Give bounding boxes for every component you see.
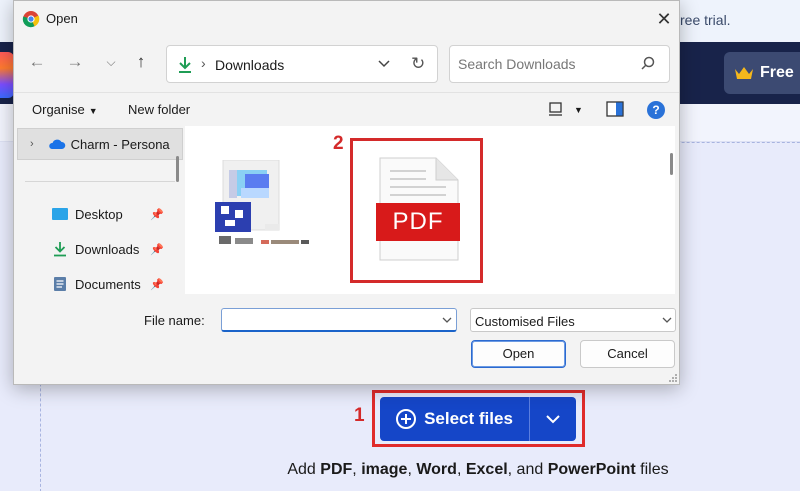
add-files-word: Word [416,461,457,478]
pin-icon[interactable]: 📌 [150,278,164,291]
navigation-row: ← → ⌵ ↑ › Downloads ↻ [14,41,679,85]
forward-icon[interactable]: → [64,51,86,73]
step-1-label: 1 [354,405,365,426]
chevron-down-icon[interactable] [441,314,453,326]
file-type-select[interactable]: Customised Files [470,308,676,332]
step-2-label: 2 [333,133,344,154]
address-path[interactable]: Downloads [215,57,284,73]
add-files-sep1: , [352,461,357,478]
organise-menu[interactable]: Organise ▼ [32,102,98,117]
file-name-label: File name: [144,313,205,328]
select-files-button[interactable]: Select files [380,397,576,441]
up-icon[interactable]: ↑ [130,51,152,73]
breadcrumb-separator-icon: › [201,55,206,71]
address-dropdown-icon[interactable] [377,56,391,70]
select-files-label: Select files [424,409,513,428]
chevron-down-icon[interactable] [661,314,673,326]
plus-circle-icon [396,409,417,429]
search-input[interactable] [458,56,628,72]
view-dropdown-icon[interactable]: ▼ [574,105,583,115]
back-icon[interactable]: ← [26,51,48,73]
file-name-input[interactable] [226,312,426,327]
sidebar-item-label: Charm - Persona [70,136,170,152]
add-files-sep2: , [407,461,412,478]
caret-down-icon: ▼ [88,106,98,116]
free-trial-button[interactable]: Free [724,52,800,94]
preview-pane-icon[interactable] [606,101,624,117]
chrome-icon [22,11,40,28]
highlight-box-pdf [350,138,483,283]
cloud-icon [48,139,65,149]
open-button[interactable]: Open [471,340,566,368]
refresh-icon[interactable]: ↻ [411,54,425,74]
sidebar-item-downloads[interactable]: Downloads 📌 [17,233,183,265]
chevron-down-icon [546,415,560,424]
sidebar-item-documents[interactable]: Documents 📌 [17,268,183,294]
desktop-icon [52,208,68,220]
help-icon[interactable]: ? [647,101,665,119]
dialog-title: Open [46,11,78,26]
sidebar-item-label: Desktop [75,206,123,222]
close-icon[interactable]: ✕ [654,9,674,30]
select-files-dropdown[interactable] [530,397,576,441]
sidebar-item-onedrive[interactable]: › Charm - Persona [17,128,183,160]
command-bar: Organise ▼ New folder ▼ ? [14,92,679,126]
download-folder-icon [179,57,191,73]
view-options-icon[interactable] [548,101,564,117]
sidebar-item-label: Documents [75,276,141,292]
open-file-dialog: Open ✕ ← → ⌵ ↑ › Downloads ↻ Search Down… [13,0,680,385]
address-bar[interactable]: › Downloads ↻ [166,45,438,83]
supported-files-text: Add PDF, image, Word, Excel, and PowerPo… [0,461,800,479]
file-item-image[interactable] [201,160,311,252]
select-files-main[interactable]: Select files [380,397,530,441]
site-logo[interactable] [0,52,14,98]
add-files-suffix: files [640,461,669,478]
pin-icon[interactable]: 📌 [150,208,164,221]
free-button-label: Free [760,64,794,81]
add-files-excel: Excel [465,461,508,478]
add-files-powerpoint: PowerPoint [547,461,636,478]
organise-label: Organise [32,102,85,117]
add-files-sep3: , [456,461,462,478]
crown-icon [735,67,753,79]
dialog-titlebar[interactable]: Open ✕ [14,1,679,37]
expand-chevron-icon[interactable]: › [30,138,34,150]
add-files-prefix: Add [287,461,316,478]
download-icon [54,242,66,257]
file-pane-scrollbar[interactable] [670,153,673,175]
sidebar-item-label: Downloads [75,241,140,257]
resize-grip-icon[interactable] [666,371,678,383]
add-files-and: , and [507,461,544,478]
search-box[interactable] [449,45,670,83]
search-icon[interactable] [640,55,656,71]
add-files-pdf: PDF [320,461,353,478]
file-name-field[interactable] [221,308,457,332]
documents-icon [54,277,66,291]
sidebar-divider [25,181,175,182]
new-folder-button[interactable]: New folder [128,102,190,117]
pin-icon[interactable]: 📌 [150,243,164,256]
navigation-pane: › Charm - Persona Desktop 📌 Downloads 📌 [17,126,183,294]
cancel-button[interactable]: Cancel [580,340,675,368]
sidebar-item-desktop[interactable]: Desktop 📌 [17,198,183,230]
add-files-image: image [361,461,408,478]
recent-locations-icon[interactable]: ⌵ [100,51,122,73]
sidebar-scrollbar[interactable] [176,156,179,182]
trial-text[interactable]: ree trial. [680,12,731,28]
file-type-value: Customised Files [475,314,575,329]
